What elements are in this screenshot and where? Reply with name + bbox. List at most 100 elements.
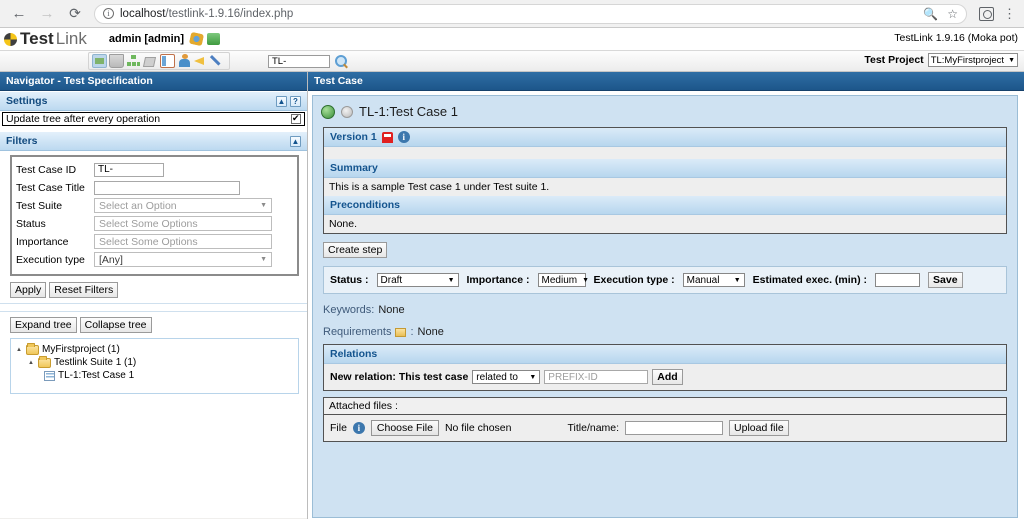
execution-type-dropdown[interactable]: Manual ▼ <box>682 273 745 287</box>
personal-settings-icon[interactable] <box>188 31 205 47</box>
tree-node-project[interactable]: ▲ MyFirstproject (1) <box>14 342 295 356</box>
importance-select[interactable]: Select Some Options <box>94 234 272 249</box>
toolbar-icon-group <box>88 52 230 70</box>
edit-icon[interactable] <box>211 54 226 68</box>
collapse-icon[interactable]: ▲ <box>290 135 301 147</box>
execution-type-label: Execution type : <box>593 274 675 286</box>
relations-header: Relations <box>324 345 1006 364</box>
importance-value: Select Some Options <box>99 235 198 248</box>
import-icon[interactable] <box>143 54 158 68</box>
status-label: Status : <box>330 274 369 286</box>
help-icon[interactable]: ? <box>290 95 301 107</box>
browser-toolbar: ← → ⟳ i localhost/testlink-1.9.16/index.… <box>0 0 1024 28</box>
reload-icon[interactable]: ⟳ <box>64 3 86 25</box>
test-suite-select[interactable]: Select an Option ▼ <box>94 198 272 213</box>
testcase-heading-row: TL-1:Test Case 1 <box>313 96 1017 127</box>
save-button[interactable]: Save <box>928 272 963 288</box>
filter-label: Status <box>16 217 46 230</box>
folder-icon <box>38 355 51 368</box>
filter-row-importance: Importance Select Some Options <box>16 234 293 249</box>
search-input[interactable] <box>268 54 330 68</box>
star-icon[interactable]: ☆ <box>947 7 958 21</box>
expand-arrow-icon[interactable]: ▲ <box>28 360 35 366</box>
version-header: Version 1 i <box>324 128 1006 147</box>
mail-alert-icon[interactable] <box>381 131 393 143</box>
current-user-label: admin [admin] <box>108 33 185 45</box>
status-dropdown[interactable]: Draft ▼ <box>376 273 459 287</box>
testcase-panel-title: Test Case <box>308 72 1024 91</box>
back-arrow-icon[interactable]: ← <box>8 3 30 25</box>
test-specification-icon[interactable] <box>92 54 107 68</box>
assign-requirements-icon[interactable] <box>126 54 141 68</box>
add-relation-button[interactable]: Add <box>652 369 683 385</box>
page-title: TL-1:Test Case 1 <box>359 104 458 119</box>
delete-icon[interactable] <box>109 54 124 68</box>
logout-icon[interactable] <box>207 33 221 45</box>
apply-filters-button[interactable]: Apply <box>10 282 47 298</box>
navigator-pane: Navigator - Test Specification Settings … <box>0 72 308 518</box>
summary-title: Summary <box>330 162 378 174</box>
announcement-icon[interactable] <box>194 54 209 68</box>
tree-node-suite[interactable]: ▲ Testlink Suite 1 (1) <box>14 355 295 369</box>
filters-section-header: Filters ▲ <box>0 131 307 151</box>
relation-prefix-id-input[interactable]: PREFIX-ID <box>544 370 649 384</box>
status-select[interactable]: Select Some Options <box>94 216 272 231</box>
title-name-input[interactable] <box>625 421 724 435</box>
globe-icon[interactable] <box>321 104 335 119</box>
requirements-value: None <box>417 326 444 338</box>
site-info-icon[interactable]: i <box>103 8 114 19</box>
chevron-down-icon: ▼ <box>447 276 455 284</box>
test-case-id-input[interactable]: TL- <box>94 162 164 177</box>
settings-title: Settings <box>6 95 48 107</box>
tree-node-label: Testlink Suite 1 (1) <box>54 357 137 368</box>
preconditions-text: None. <box>324 215 1006 233</box>
expand-tree-button[interactable]: Expand tree <box>10 317 77 333</box>
keywords-value: None <box>378 304 405 316</box>
estimated-exec-input[interactable] <box>875 273 921 287</box>
search-icon[interactable] <box>335 55 347 67</box>
create-step-button[interactable]: Create step <box>323 242 388 258</box>
magnifier-icon[interactable]: 🔍 <box>923 7 938 21</box>
testcase-container: TL-1:Test Case 1 Version 1 i Summary Thi… <box>312 95 1018 518</box>
print-icon[interactable] <box>160 54 175 68</box>
reset-filters-button[interactable]: Reset Filters <box>49 282 119 298</box>
test-case-title-input[interactable] <box>94 180 240 195</box>
test-project-label: Test Project <box>864 54 924 66</box>
filter-row-execution-type: Execution type [Any] ▼ <box>16 252 293 267</box>
update-tree-setting[interactable]: Update tree after every operation <box>2 112 305 126</box>
testlink-logo-icon <box>4 32 17 46</box>
test-tree: ▲ MyFirstproject (1) ▲ Testlink Suite 1 … <box>10 338 299 394</box>
address-bar[interactable]: i localhost/testlink-1.9.16/index.php 🔍 … <box>94 3 967 24</box>
version-label: Version 1 <box>330 131 377 143</box>
expand-arrow-icon[interactable]: ▲ <box>16 347 23 353</box>
filter-label: Importance <box>16 235 69 248</box>
tree-node-testcase[interactable]: TL-1:Test Case 1 <box>14 369 295 382</box>
execution-type-value: Manual <box>686 274 720 286</box>
collapse-icon[interactable]: ▲ <box>276 95 287 107</box>
test-suite-value: Select an Option <box>99 199 177 212</box>
tree-node-label: TL-1:Test Case 1 <box>58 370 135 381</box>
info-icon[interactable]: i <box>397 131 410 143</box>
collapse-tree-button[interactable]: Collapse tree <box>79 317 152 333</box>
upload-file-button[interactable]: Upload file <box>729 420 789 436</box>
gear-icon[interactable] <box>341 105 353 118</box>
test-project-dropdown[interactable]: TL:MyFirstproject ▼ <box>927 53 1018 67</box>
test-project-value: TL:MyFirstproject <box>930 54 1005 66</box>
update-tree-checkbox[interactable] <box>291 113 301 124</box>
tree-node-label: MyFirstproject (1) <box>42 344 120 355</box>
chevron-down-icon: ▼ <box>582 276 590 284</box>
importance-dropdown[interactable]: Medium ▼ <box>537 273 590 287</box>
relation-type-dropdown[interactable]: related to ▼ <box>472 370 541 384</box>
assign-user-icon[interactable] <box>177 54 192 68</box>
info-icon[interactable]: i <box>352 422 365 434</box>
choose-file-button[interactable]: Choose File <box>370 420 439 436</box>
profile-icon[interactable] <box>979 6 994 21</box>
forward-arrow-icon[interactable]: → <box>36 3 58 25</box>
keywords-label: Keywords: <box>323 304 375 316</box>
execution-type-select[interactable]: [Any] ▼ <box>94 252 272 267</box>
requirements-icon[interactable] <box>395 327 407 337</box>
execution-type-value: [Any] <box>99 253 123 266</box>
kebab-menu-icon[interactable]: ⋮ <box>1003 7 1016 20</box>
importance-label: Importance : <box>466 274 530 286</box>
test-project-selector: Test Project TL:MyFirstproject ▼ <box>864 53 1018 67</box>
